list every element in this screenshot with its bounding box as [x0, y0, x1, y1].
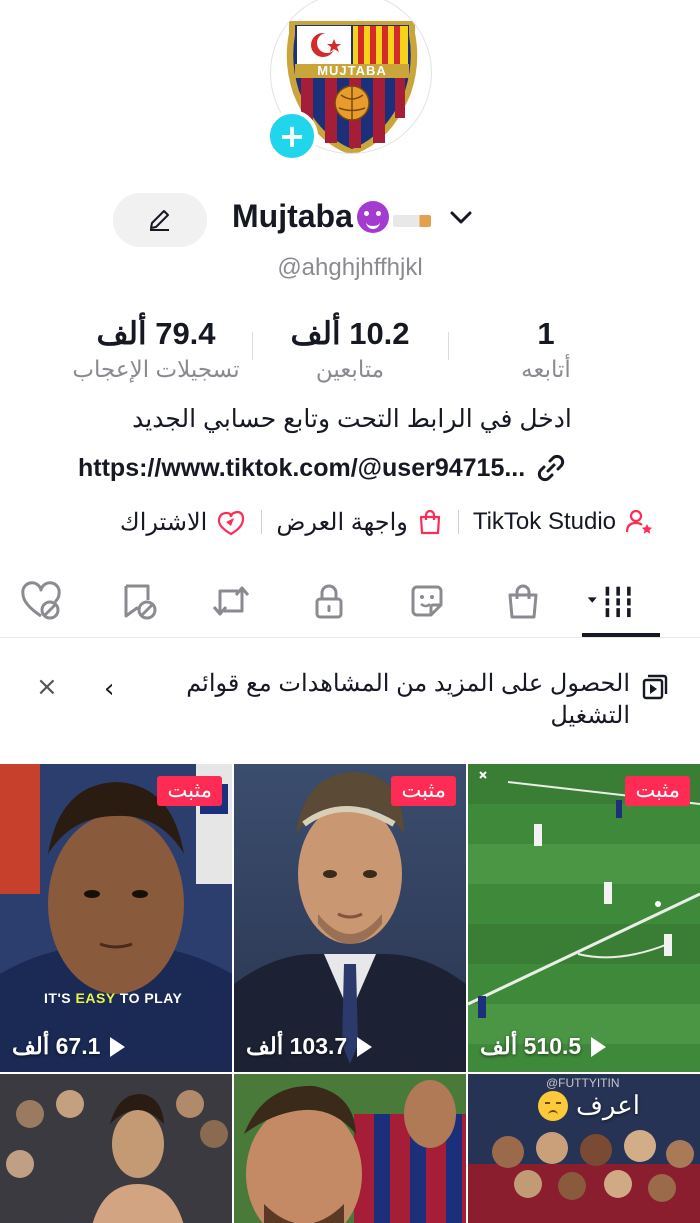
tab-reposts[interactable]: [206, 576, 256, 626]
tab-liked[interactable]: [16, 576, 66, 626]
crest-text: MUJTABA: [317, 63, 387, 78]
devil-emoji-icon: [356, 200, 389, 233]
shopping-bag-icon: [419, 509, 440, 535]
cigarette-emoji-icon: [392, 214, 431, 227]
video-thumbnail: [468, 764, 700, 1072]
bio: ادخل في الرابط التحت وتابع حسابي الجديد: [0, 404, 700, 434]
banner-text: الحصول على المزيد من المشاهدات مع قوائم …: [186, 670, 630, 729]
close-icon[interactable]: ×: [36, 672, 58, 702]
video-caption: IT'S EASY TO PLAY: [44, 990, 182, 1006]
person-star-icon: [625, 509, 653, 534]
followers-stat[interactable]: 10.2 ألف متابعين: [272, 316, 428, 383]
liked-icon: [21, 581, 61, 620]
repost-icon: [212, 586, 250, 616]
following-label: أتابعه: [521, 356, 571, 382]
subscription-button[interactable]: الاشتراك: [120, 507, 247, 537]
shopping-bag-icon: [508, 584, 538, 619]
tiktok-studio-button[interactable]: TikTok Studio: [473, 507, 654, 537]
display-name: Mujtaba: [232, 198, 353, 234]
stat-divider: [252, 332, 253, 360]
video-tile[interactable]: [234, 1074, 466, 1223]
add-story-button[interactable]: +: [266, 110, 318, 162]
tab-favorites[interactable]: [114, 576, 164, 626]
view-count: 103.7 ألف: [246, 1033, 373, 1060]
likes-count: 79.4 ألف: [96, 316, 216, 351]
play-icon: [357, 1036, 373, 1057]
subscription-icon: [218, 510, 245, 536]
video-tile[interactable]: مثبت 510.5 ألف: [468, 764, 700, 1072]
playlist-banner[interactable]: الحصول على المزيد من المشاهدات مع قوائم …: [0, 654, 700, 754]
tab-private[interactable]: [304, 576, 354, 626]
tool-divider: [261, 510, 263, 534]
chevron-left-icon[interactable]: ‹: [104, 674, 114, 704]
video-thumbnail: [234, 764, 466, 1072]
followers-count: 10.2 ألف: [290, 316, 410, 351]
video-tile[interactable]: [0, 1074, 232, 1223]
likes-stat[interactable]: 79.4 ألف تسجيلات الإعجاب: [62, 316, 250, 383]
tiktok-studio-label: TikTok Studio: [472, 508, 616, 535]
favorites-icon: [124, 584, 157, 620]
followers-label: متابعين: [315, 356, 385, 382]
showcase-label: واجهة العرض: [276, 508, 408, 536]
username-text: @ahghjhffhjkl: [277, 254, 423, 281]
lock-icon: [315, 584, 343, 619]
sticker-icon: [411, 585, 443, 617]
edit-profile-button[interactable]: [113, 193, 207, 247]
video-caption: اعرف: [537, 1090, 640, 1121]
video-caption-text: اعرف: [575, 1090, 640, 1120]
username: @ahghjhffhjkl: [0, 254, 700, 282]
view-count-text: 103.7 ألف: [246, 1033, 348, 1059]
following-count: 1: [537, 316, 555, 351]
showcase-button[interactable]: واجهة العرض: [276, 508, 444, 537]
caption-highlight: EASY: [75, 990, 116, 1006]
play-icon: [110, 1036, 126, 1057]
pencil-icon: [150, 210, 169, 231]
pinned-badge: مثبت: [157, 776, 222, 806]
pensive-emoji-icon: [537, 1090, 568, 1121]
caption-part: TO PLAY: [115, 990, 183, 1006]
grid-videos-icon: [587, 586, 631, 618]
tab-videos[interactable]: [586, 576, 636, 626]
video-thumbnail: [0, 764, 232, 1072]
play-icon: [591, 1036, 607, 1057]
profile-link[interactable]: https://www.tiktok.com/@user94715...: [78, 452, 638, 484]
video-tile[interactable]: IT'S EASY TO PLAY مثبت 67.1 ألف: [0, 764, 232, 1072]
tab-shop[interactable]: [498, 576, 548, 626]
video-thumbnail: [0, 1074, 232, 1223]
stat-divider: [448, 332, 449, 360]
following-stat[interactable]: 1 أتابعه: [496, 316, 596, 383]
profile-tabs: [0, 570, 700, 638]
playlist-icon: [642, 674, 668, 700]
creator-tools-row: TikTok Studio واجهة العرض الاشتراك: [50, 502, 654, 542]
video-thumbnail: [234, 1074, 466, 1223]
video-tile[interactable]: @FUTTYITIN اعرف: [468, 1074, 700, 1223]
view-count: 67.1 ألف: [12, 1033, 126, 1060]
display-name-row[interactable]: Mujtaba: [232, 198, 431, 235]
pinned-badge: مثبت: [625, 776, 690, 806]
bio-text: ادخل في الرابط التحت وتابع حسابي الجديد: [132, 405, 572, 433]
tab-stickers[interactable]: [402, 576, 452, 626]
link-icon: [538, 454, 565, 482]
view-count-text: 67.1 ألف: [12, 1033, 101, 1059]
video-tile[interactable]: مثبت 103.7 ألف: [234, 764, 466, 1072]
subscription-label: الاشتراك: [119, 508, 208, 536]
chevron-down-icon[interactable]: [448, 208, 474, 228]
link-text[interactable]: https://www.tiktok.com/@user94715...: [78, 454, 525, 483]
pinned-badge: مثبت: [391, 776, 456, 806]
video-watermark: @FUTTYITIN: [546, 1076, 620, 1090]
caption-part: IT'S: [44, 990, 76, 1006]
view-count-text: 510.5 ألف: [480, 1033, 582, 1059]
tool-divider: [457, 510, 459, 534]
likes-label: تسجيلات الإعجاب: [72, 356, 240, 382]
tabs-divider: [0, 637, 700, 638]
view-count: 510.5 ألف: [480, 1033, 607, 1060]
